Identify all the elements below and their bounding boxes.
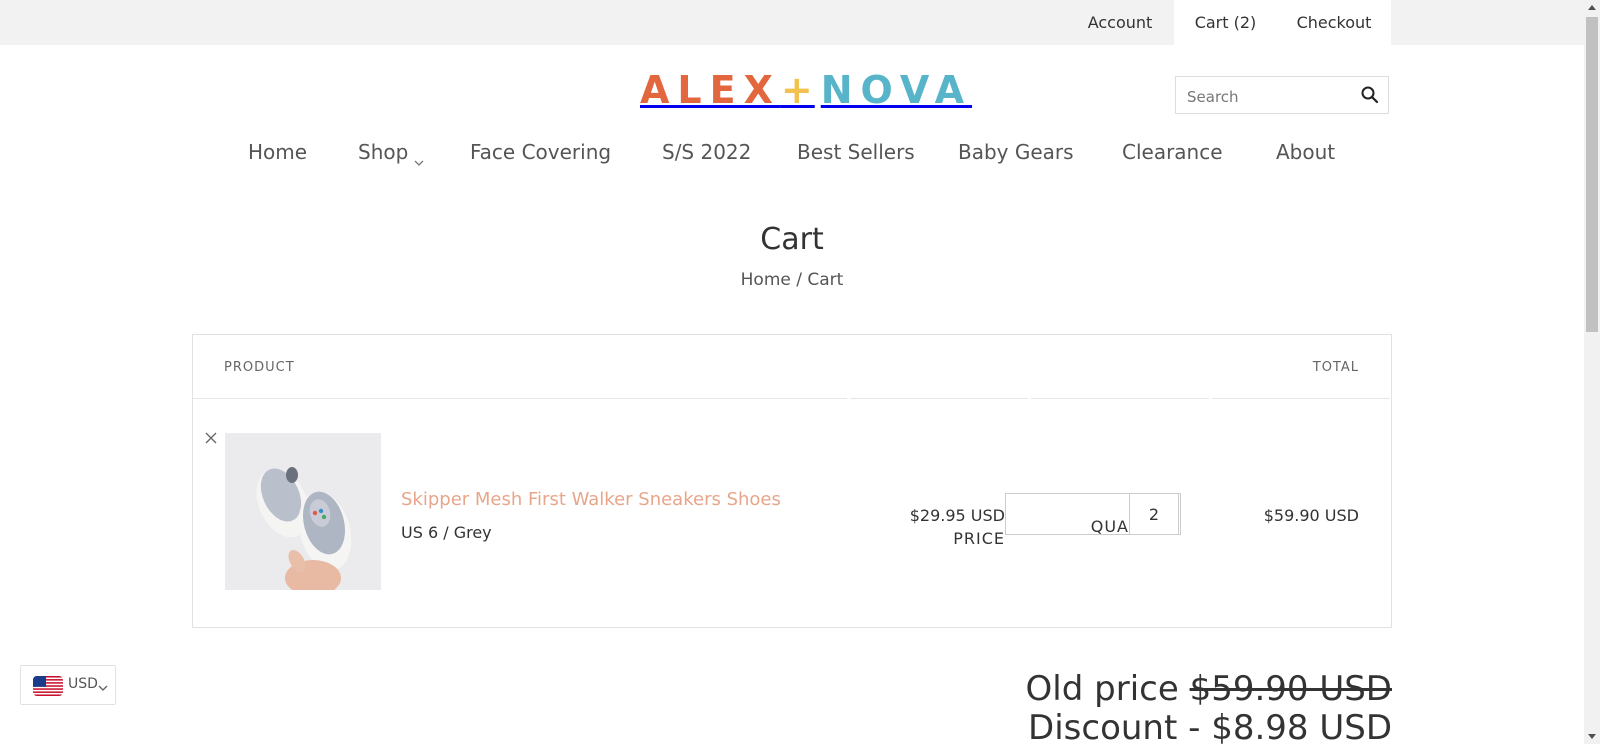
cart-table-header: PRODUCT PRICE QUANTITY TOTAL <box>193 335 1391 548</box>
nav-clearance[interactable]: Clearance <box>1122 136 1223 168</box>
search-box <box>1175 76 1389 114</box>
chevron-down-icon <box>412 147 426 166</box>
nav-baby-gears[interactable]: Baby Gears <box>958 136 1074 168</box>
chevron-down-icon <box>97 679 109 691</box>
divider <box>850 398 1028 399</box>
scrollbar-thumb[interactable] <box>1586 17 1598 332</box>
logo-part-nova: NOVA <box>820 68 973 112</box>
logo-part-alex: ALEX <box>640 68 781 112</box>
search-input[interactable] <box>1185 86 1359 108</box>
product-variant: US 6 / Grey <box>401 523 492 542</box>
us-flag-icon <box>33 676 63 696</box>
scroll-up-icon[interactable] <box>1584 0 1600 16</box>
nav-ss-2022[interactable]: S/S 2022 <box>662 136 751 168</box>
page-title: Cart <box>760 222 824 257</box>
remove-item-icon[interactable] <box>203 430 219 446</box>
currency-selector[interactable]: USD <box>20 665 116 705</box>
product-thumbnail[interactable] <box>225 433 381 590</box>
discount-value: $8.98 USD <box>1211 708 1392 748</box>
old-price-label: Old price <box>1025 669 1179 709</box>
divider <box>1031 398 1209 399</box>
site-logo[interactable]: ALEX+ NOVA <box>640 68 972 112</box>
divider <box>193 398 847 399</box>
cart-link[interactable]: Cart (2) <box>1174 0 1277 45</box>
nav-about[interactable]: About <box>1276 136 1335 168</box>
discount-line: Discount - $8.98 USD <box>1026 709 1392 748</box>
product-name-link[interactable]: Skipper Mesh First Walker Sneakers Shoes <box>401 489 781 510</box>
quantity-input[interactable] <box>1129 493 1179 535</box>
nav-best-sellers[interactable]: Best Sellers <box>797 136 915 168</box>
main-nav: Home Shop Face Covering S/S 2022 Best Se… <box>0 136 1584 168</box>
breadcrumb-separator: / <box>796 270 802 290</box>
divider <box>1212 398 1390 399</box>
checkout-link[interactable]: Checkout <box>1277 0 1391 45</box>
account-link[interactable]: Account <box>1068 0 1172 45</box>
discount-separator: - <box>1188 708 1201 748</box>
breadcrumb: Home / Cart <box>0 270 1584 290</box>
header-total: TOTAL <box>1312 360 1359 375</box>
logo-plus: + <box>780 68 815 112</box>
nav-home[interactable]: Home <box>248 136 307 168</box>
old-price-value: $59.90 USD <box>1189 669 1392 709</box>
nav-shop-label: Shop <box>358 140 409 164</box>
discount-label: Discount <box>1028 708 1178 748</box>
old-price-line: Old price $59.90 USD <box>1026 670 1392 709</box>
scroll-down-icon[interactable] <box>1584 728 1600 744</box>
cart-summary: Old price $59.90 USD Discount - $8.98 US… <box>1026 670 1392 748</box>
header-product: PRODUCT <box>224 360 295 375</box>
top-utility-bar: Account Cart (2) Checkout <box>0 0 1584 45</box>
breadcrumb-home[interactable]: Home <box>741 270 791 290</box>
item-price: $29.95 USD <box>909 506 1005 525</box>
breadcrumb-current: Cart <box>807 270 844 290</box>
item-total: $59.90 USD <box>1263 506 1359 525</box>
currency-code: USD <box>68 676 98 692</box>
nav-shop[interactable]: Shop <box>358 136 426 168</box>
nav-face-covering[interactable]: Face Covering <box>470 136 611 168</box>
page-scrollbar[interactable] <box>1584 0 1600 744</box>
search-icon[interactable] <box>1360 85 1380 105</box>
cart-table: PRODUCT PRICE QUANTITY TOTAL <box>192 334 1392 628</box>
